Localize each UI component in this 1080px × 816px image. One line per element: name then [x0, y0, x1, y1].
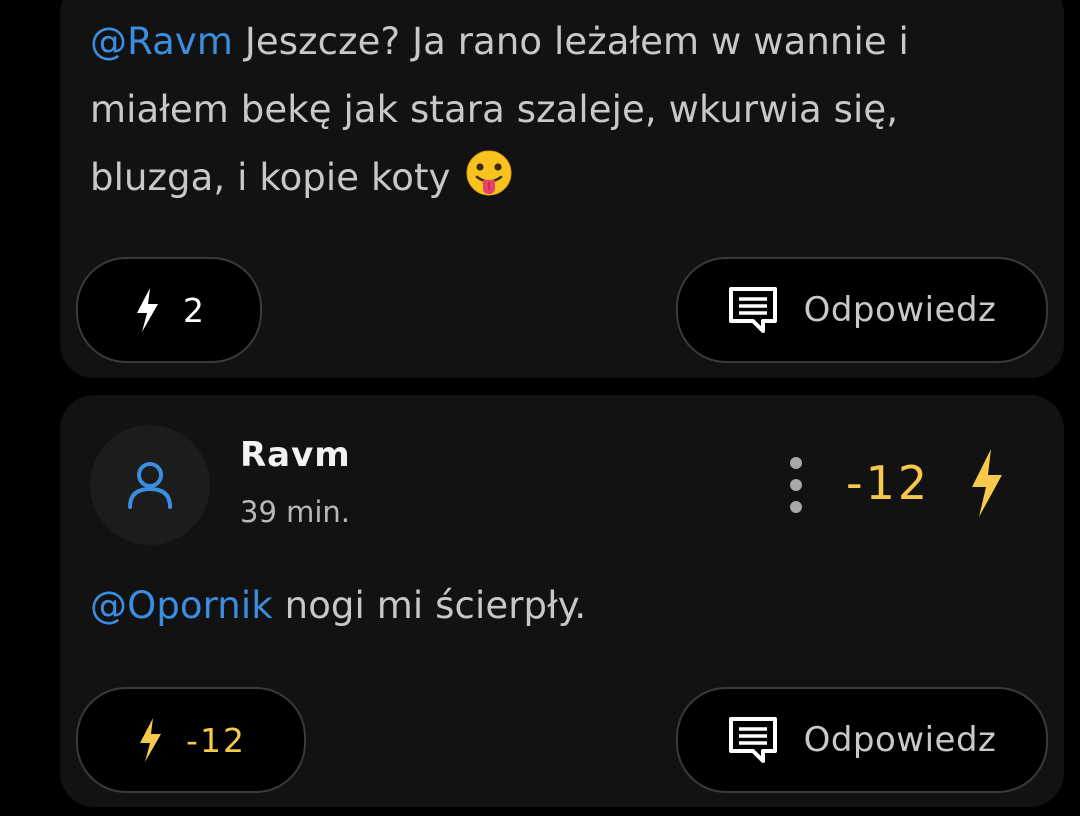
comment-line: miałem bekę jak stara szaleje, wkurwia s…	[90, 88, 899, 131]
comment-card: @Ravm Jeszcze? Ja rano leżałem w wannie …	[60, 0, 1064, 378]
lightning-icon[interactable]	[966, 447, 1006, 519]
mention-link[interactable]: @Ravm	[90, 20, 233, 63]
reply-label: Odpowiedz	[803, 720, 997, 760]
comment-icon	[728, 717, 777, 763]
dot	[790, 457, 802, 469]
lightning-icon	[137, 288, 158, 332]
lightning-icon	[140, 718, 162, 762]
author-name[interactable]: Ravm	[240, 435, 351, 475]
dot	[790, 501, 802, 513]
reply-button[interactable]: Odpowiedz	[676, 257, 1048, 363]
comment-body: @Ravm Jeszcze? Ja rano leżałem w wannie …	[90, 8, 1034, 212]
vote-button[interactable]: -12	[76, 687, 306, 793]
dot	[790, 479, 802, 491]
avatar[interactable]	[90, 425, 210, 545]
vote-count: 2	[183, 290, 205, 330]
score-value: -12	[846, 456, 931, 510]
comment-card: Ravm 39 min. -12 @Opornik nogi mi ścierp…	[60, 395, 1064, 807]
vote-count: -12	[186, 720, 246, 760]
comment-time: 39 min.	[240, 495, 351, 529]
vote-button[interactable]: 2	[76, 257, 262, 363]
comment-line: @Ravm Jeszcze? Ja rano leżałem w wannie …	[90, 8, 1034, 76]
reply-label: Odpowiedz	[803, 290, 997, 330]
comment-line: @Opornik nogi mi ścierpły.	[90, 572, 1034, 640]
comment-line: bluzga, i kopie koty	[90, 144, 1034, 212]
user-icon	[128, 462, 172, 509]
reply-button[interactable]: Odpowiedz	[676, 687, 1048, 793]
comment-icon	[728, 287, 777, 333]
comment-body: @Opornik nogi mi ścierpły.	[90, 572, 1034, 640]
comment-text: bluzga, i kopie koty	[90, 156, 451, 199]
more-options-icon[interactable]	[784, 457, 808, 513]
mention-link[interactable]: @Opornik	[90, 584, 273, 627]
comment-text: Jeszcze? Ja rano leżałem w wannie i	[244, 20, 909, 63]
comment-text: nogi mi ścierpły.	[284, 584, 587, 627]
face-with-tongue-icon	[466, 150, 512, 196]
